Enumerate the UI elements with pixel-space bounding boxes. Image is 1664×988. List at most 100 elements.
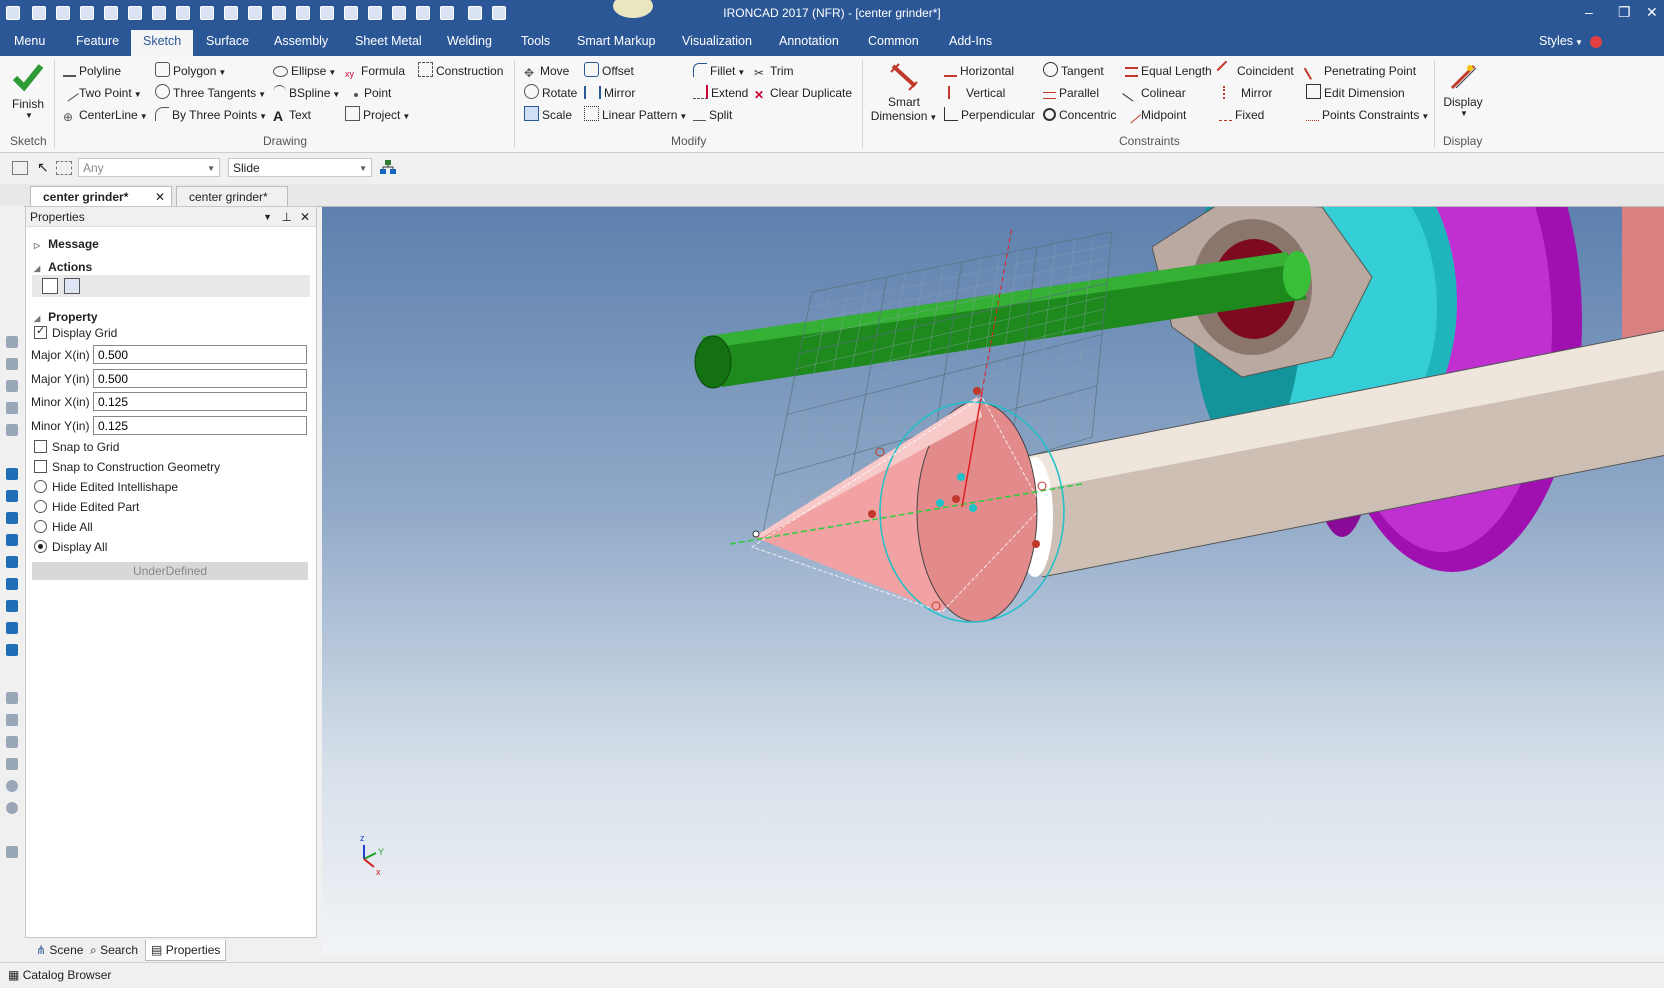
tab-feature[interactable]: Feature: [76, 34, 119, 48]
look-at-icon[interactable]: [6, 802, 18, 814]
display-button[interactable]: Display ▼: [1440, 60, 1486, 118]
three-tangents-button[interactable]: Three Tangents ▼: [155, 84, 266, 102]
panel-menu-icon[interactable]: ▼: [263, 207, 272, 227]
clear-duplicate-button[interactable]: ✕ Clear Duplicate: [754, 84, 852, 102]
perpendicular-button[interactable]: Perpendicular: [944, 106, 1035, 124]
split-button[interactable]: Split: [693, 106, 732, 124]
minor-x-input[interactable]: [93, 392, 307, 411]
linear-pattern-button[interactable]: Linear Pattern ▼: [584, 106, 687, 124]
face-icon[interactable]: [6, 644, 18, 656]
extend-button[interactable]: Extend: [693, 84, 748, 102]
by-three-points-button[interactable]: By Three Points ▼: [155, 106, 267, 124]
window-select-icon[interactable]: [56, 161, 72, 175]
extrude-icon[interactable]: [6, 468, 18, 480]
hide-edited-part-radio[interactable]: Hide Edited Part: [34, 500, 139, 514]
view-icon[interactable]: [6, 714, 18, 726]
tab-surface[interactable]: Surface: [206, 34, 249, 48]
polygon-button[interactable]: Polygon ▼: [155, 62, 226, 80]
restore-button[interactable]: ❐: [1618, 4, 1631, 21]
tab-common[interactable]: Common: [868, 34, 919, 48]
tangent-button[interactable]: Tangent: [1043, 62, 1104, 80]
tab-add-ins[interactable]: Add-Ins: [949, 34, 992, 48]
tab-properties[interactable]: ▤ Properties: [145, 940, 227, 961]
midpoint-button[interactable]: Midpoint: [1122, 104, 1186, 124]
close-panel-icon[interactable]: ✕: [300, 207, 310, 227]
offset-button[interactable]: Offset: [584, 62, 634, 80]
tab-annotation[interactable]: Annotation: [779, 34, 839, 48]
tab-scene[interactable]: ⋔ Scene: [31, 940, 88, 960]
construction-button[interactable]: Construction: [418, 62, 503, 80]
tab-menu[interactable]: Menu: [14, 34, 45, 48]
tab-smart-markup[interactable]: Smart Markup: [577, 34, 656, 48]
mirror-button[interactable]: Mirror: [584, 84, 635, 102]
close-tab-icon[interactable]: ✕: [155, 187, 165, 207]
tab-welding[interactable]: Welding: [447, 34, 492, 48]
tab-sheet-metal[interactable]: Sheet Metal: [355, 34, 422, 48]
pin-icon[interactable]: ⊥: [282, 207, 292, 227]
fixed-button[interactable]: Fixed: [1219, 106, 1264, 124]
polyline-button[interactable]: Polyline: [63, 62, 121, 80]
tab-assembly[interactable]: Assembly: [274, 34, 328, 48]
message-section[interactable]: ▷ Message: [34, 237, 99, 251]
points-constraints-button[interactable]: Points Constraints ▼: [1306, 106, 1429, 124]
tool-icon[interactable]: [6, 380, 18, 392]
checkbox[interactable]: ✓: [34, 325, 47, 339]
3d-viewport[interactable]: z Y x: [322, 207, 1664, 954]
actions-section[interactable]: ◢ Actions: [34, 260, 92, 274]
horizontal-button[interactable]: Horizontal: [944, 62, 1014, 80]
fillet-button[interactable]: Fillet ▼: [693, 62, 745, 80]
move-button[interactable]: ✥ Move: [524, 62, 569, 80]
hide-edited-intellishape-radio[interactable]: Hide Edited Intellishape: [34, 480, 178, 494]
display-grid-checkbox[interactable]: ✓ Display Grid: [34, 325, 117, 340]
minimize-button[interactable]: –: [1585, 4, 1593, 20]
smart-dimension-button[interactable]: Smart Dimension ▼: [868, 60, 940, 123]
rotate-button[interactable]: Rotate: [524, 84, 577, 102]
angle-icon[interactable]: [6, 758, 18, 770]
point-button[interactable]: Point: [350, 84, 391, 102]
select-filter-icon[interactable]: [12, 161, 28, 175]
shell-icon[interactable]: [6, 556, 18, 568]
major-y-input[interactable]: [93, 369, 307, 388]
doc-tab[interactable]: center grinder*: [176, 186, 288, 206]
tool-icon[interactable]: [6, 424, 18, 436]
chamfer-icon[interactable]: [6, 600, 18, 612]
loft-icon[interactable]: [6, 534, 18, 546]
filter-combo[interactable]: Any ▼: [78, 158, 220, 177]
camera-icon[interactable]: [6, 736, 18, 748]
doc-tab-active[interactable]: center grinder* ✕: [30, 186, 172, 206]
tab-sketch[interactable]: Sketch: [131, 30, 194, 56]
tool-icon[interactable]: [6, 402, 18, 414]
blend-icon[interactable]: [6, 578, 18, 590]
hide-all-radio[interactable]: Hide All: [34, 520, 93, 534]
tab-search[interactable]: ⌕ Search: [85, 940, 143, 960]
tool-icon[interactable]: [6, 358, 18, 370]
spin-icon[interactable]: [6, 490, 18, 502]
ruler-icon[interactable]: [6, 846, 18, 858]
cone[interactable]: [754, 397, 1038, 623]
pointer-icon[interactable]: ↖: [37, 159, 49, 176]
penetrating-point-button[interactable]: Penetrating Point: [1303, 61, 1416, 80]
orbit-icon[interactable]: [6, 780, 18, 792]
edit-sketch-icon[interactable]: [42, 278, 58, 294]
vertical-button[interactable]: Vertical: [944, 84, 1005, 102]
concentric-button[interactable]: Concentric: [1043, 106, 1116, 124]
close-button[interactable]: ✕: [1646, 4, 1658, 21]
snap-to-construction-checkbox[interactable]: Snap to Construction Geometry: [34, 460, 220, 474]
help-icon[interactable]: [1590, 36, 1602, 48]
constraint-mirror-button[interactable]: Mirror: [1219, 84, 1272, 102]
scene-canvas[interactable]: z Y x: [322, 207, 1664, 954]
ellipse-button[interactable]: Ellipse ▼: [273, 62, 336, 80]
styles-menu[interactable]: Styles ▼: [1539, 34, 1583, 48]
calendar-icon[interactable]: [64, 278, 80, 294]
finish-button[interactable]: Finish ▼: [8, 60, 48, 128]
major-x-input[interactable]: [93, 345, 307, 364]
parallel-button[interactable]: Parallel: [1043, 84, 1099, 102]
pattern-icon[interactable]: [6, 622, 18, 634]
project-button[interactable]: Project ▼: [345, 106, 410, 124]
coincident-button[interactable]: Coincident: [1216, 60, 1294, 81]
measure-icon[interactable]: [6, 692, 18, 704]
property-section[interactable]: ◢ Property: [34, 310, 98, 324]
centerline-button[interactable]: ⊕ CenterLine ▼: [63, 106, 148, 124]
two-point-button[interactable]: Two Point ▼: [60, 82, 142, 102]
scale-button[interactable]: Scale: [524, 106, 572, 124]
